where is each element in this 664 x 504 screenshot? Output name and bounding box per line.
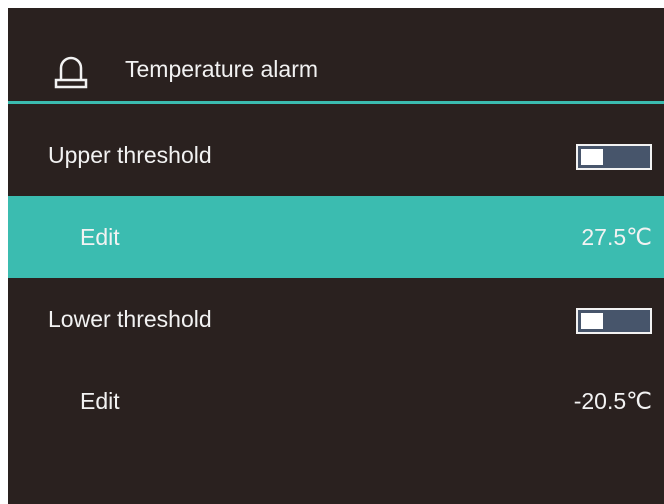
header: Temperature alarm <box>8 8 664 104</box>
toggle-knob <box>581 313 603 329</box>
upper-threshold-label: Upper threshold <box>48 142 212 168</box>
lower-threshold-row[interactable]: Lower threshold <box>8 278 664 360</box>
upper-threshold-edit-label: Edit <box>80 224 120 250</box>
lower-threshold-value: -20.5℃ <box>573 388 652 414</box>
temperature-alarm-screen: Temperature alarm Upper threshold Edit 2… <box>8 8 664 504</box>
toggle-knob <box>581 149 603 165</box>
page-title: Temperature alarm <box>125 56 319 82</box>
upper-threshold-value: 27.5℃ <box>581 224 652 250</box>
lower-threshold-label: Lower threshold <box>48 306 212 332</box>
lower-threshold-edit-label: Edit <box>80 388 120 414</box>
alarm-beacon-icon <box>54 56 88 89</box>
upper-threshold-edit-row[interactable]: Edit 27.5℃ <box>8 196 664 278</box>
lower-threshold-toggle[interactable] <box>576 308 652 334</box>
upper-threshold-toggle[interactable] <box>576 144 652 170</box>
upper-threshold-row[interactable]: Upper threshold <box>8 114 664 196</box>
lower-threshold-edit-row[interactable]: Edit -20.5℃ <box>8 360 664 442</box>
